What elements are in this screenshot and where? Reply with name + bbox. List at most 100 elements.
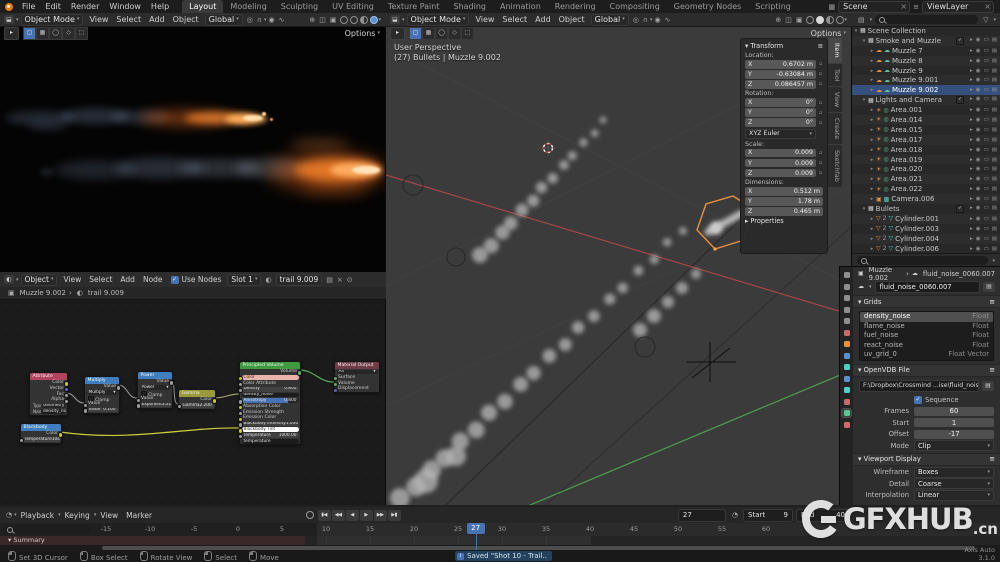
outliner-row-scene-collection[interactable]: ▾ ▦ Scene Collection <box>852 26 1000 36</box>
render-disable-icon[interactable]: ▤ <box>992 37 997 45</box>
node-field[interactable]: Geometry <box>41 403 66 409</box>
viewport-disable-icon[interactable]: ▭ <box>984 127 989 133</box>
lock-icon[interactable]: ▫ <box>818 120 823 126</box>
outliner-row-bullets[interactable]: ▾ ▦ Bullets ✓ ▸ ◉ ▭ ▤ <box>852 204 1000 214</box>
input-socket[interactable] <box>19 437 25 444</box>
disclosure-icon[interactable]: ▸ <box>868 226 876 232</box>
menu-window[interactable]: Window <box>104 2 146 11</box>
workspace-tab-rendering[interactable]: Rendering <box>548 0 603 13</box>
render-disable-icon[interactable]: ▤ <box>992 48 997 54</box>
box-select-icon[interactable]: ▦ <box>36 26 49 40</box>
scale-field[interactable]: Z 0.009 <box>745 168 816 178</box>
selectable-toggle-icon[interactable]: ▸ <box>970 216 973 222</box>
scrollbar-thumb[interactable] <box>102 545 975 550</box>
outliner-search-input[interactable] <box>875 15 979 24</box>
viewport-disable-icon[interactable]: ▭ <box>984 137 989 143</box>
node-value-slider[interactable]: Temperature1045.000 <box>22 437 60 443</box>
timeline-menu-keying[interactable]: Keying <box>61 511 94 520</box>
interpolation-dropdown[interactable]: Linear ▾ <box>914 489 994 501</box>
shader-node-canvas[interactable]: Attribute Color Vector Fac Alpha Type Geometry… <box>0 299 386 505</box>
disclosure-icon[interactable]: ▸ <box>868 196 876 202</box>
outliner-row-cylinder-003[interactable]: ▸ ▽ 2 ▽ Cylinder.003 ▸ ◉ ▭ ▤ <box>852 224 1000 234</box>
disclosure-icon[interactable]: ▸ <box>868 107 876 113</box>
outliner-row-camera-006[interactable]: ▸ ▣ ▩ Camera.006 ▸ ◉ ▭ ▤ <box>852 194 1000 204</box>
node-dropdown[interactable]: Multiply ▾ <box>86 390 118 396</box>
viewport-disable-icon[interactable]: ▭ <box>984 176 989 182</box>
scale-field[interactable]: Y 0.009 <box>745 158 816 168</box>
lock-icon[interactable]: ▫ <box>818 170 823 176</box>
viewport-disable-icon[interactable]: ▭ <box>984 117 989 123</box>
viewport-disable-icon[interactable]: ▭ <box>984 246 989 252</box>
viewport-disable-icon[interactable]: ▭ <box>984 205 989 213</box>
disclosure-icon[interactable]: ▸ <box>868 166 876 172</box>
playhead-badge[interactable]: 27 <box>466 523 485 534</box>
editor-type-icon[interactable]: ⬓ <box>390 15 400 24</box>
outliner-row-lights-and-camera[interactable]: ▾ ▦ Lights and Camera ✓ ▸ ◉ ▭ ▤ <box>852 95 1000 105</box>
viewport-disable-icon[interactable]: ▭ <box>984 77 989 83</box>
properties-tab-constraints[interactable] <box>842 386 851 394</box>
dimension-field[interactable]: Z 0.465 m <box>745 207 823 216</box>
circle-select-icon[interactable]: ◯ <box>49 26 62 40</box>
selectable-toggle-icon[interactable]: ▸ <box>970 176 973 182</box>
fake-user-icon[interactable]: ▤ <box>324 276 335 284</box>
sidebar-tab-view[interactable]: View <box>828 86 842 113</box>
outliner-row-area-021[interactable]: ▸ ☀ ◎ Area.021 ▸ ◉ ▭ ▤ <box>852 174 1000 184</box>
hide-eye-icon[interactable]: ◉ <box>976 127 981 133</box>
shading-material-icon[interactable] <box>360 15 369 24</box>
paint-select-icon[interactable]: ⬚ <box>75 26 88 40</box>
filter-icon[interactable]: ▽ <box>981 16 990 24</box>
box-select-icon[interactable]: ▦ <box>422 26 435 40</box>
location-field[interactable]: X 0.6702 m <box>745 60 816 69</box>
mode-dropdown[interactable]: Clip ▾ <box>914 440 994 451</box>
section-menu-icon[interactable]: ≡ <box>989 298 995 306</box>
grid-row-flame-noise[interactable]: flame_noise Float <box>860 322 993 332</box>
outliner-display-mode-icon[interactable]: ▤ <box>856 16 867 24</box>
selectable-toggle-icon[interactable]: ▸ <box>970 48 973 54</box>
selectable-toggle-icon[interactable]: ▸ <box>970 186 973 192</box>
timeline-ruler[interactable]: -15 -10 -5 0 5 10 15 20 25 30 35 40 45 50 55 60 65 <box>0 523 1000 536</box>
snap-magnet-icon[interactable]: ∩ <box>641 16 650 24</box>
paint-select-icon[interactable]: ⬚ <box>461 26 474 40</box>
folder-icon[interactable]: ▤ <box>982 380 994 391</box>
play-reverse-button[interactable]: ◀ <box>345 509 359 521</box>
lock-icon[interactable]: ▫ <box>818 100 823 106</box>
hide-eye-icon[interactable]: ◉ <box>976 216 981 222</box>
hide-eye-icon[interactable]: ◉ <box>976 157 981 163</box>
hide-eye-icon[interactable]: ◉ <box>976 246 981 252</box>
render-disable-icon[interactable]: ▤ <box>992 96 997 104</box>
properties-tab-modifiers[interactable] <box>842 352 851 360</box>
input-socket[interactable] <box>238 428 244 434</box>
viewport-disable-icon[interactable]: ▭ <box>984 58 989 64</box>
grid-row-react-noise[interactable]: react_noise Float <box>860 341 993 351</box>
disclosure-icon[interactable]: ▸ <box>868 48 876 54</box>
options-dropdown[interactable]: Options ▾ <box>811 29 852 38</box>
node-header-math-multiply[interactable]: Multiply <box>85 377 119 384</box>
viewport-disable-icon[interactable]: ▭ <box>984 166 989 172</box>
render-disable-icon[interactable]: ▤ <box>992 68 997 74</box>
render-disable-icon[interactable]: ▤ <box>992 166 997 172</box>
outliner-row-cylinder-004[interactable]: ▸ ▽ 2 ▽ Cylinder.004 ▸ ◉ ▭ ▤ <box>852 234 1000 244</box>
disclosure-icon[interactable]: ▸ <box>868 127 876 133</box>
hide-eye-icon[interactable]: ◉ <box>976 236 981 242</box>
timeline-menu-marker[interactable]: Marker <box>122 511 156 520</box>
selectable-toggle-icon[interactable]: ▸ <box>970 205 973 213</box>
viewport-disable-icon[interactable]: ▭ <box>984 48 989 54</box>
hide-eye-icon[interactable]: ◉ <box>976 77 981 83</box>
output-socket[interactable] <box>211 398 217 404</box>
input-socket[interactable] <box>333 387 339 393</box>
disclosure-icon[interactable]: ▸ <box>868 58 876 64</box>
viewport-disable-icon[interactable]: ▭ <box>984 37 989 45</box>
node-menu-select[interactable]: Select <box>85 275 116 284</box>
node-dropdown[interactable]: Power ▾ <box>139 385 171 391</box>
properties-tab-scene[interactable] <box>842 317 851 325</box>
render-disable-icon[interactable]: ▤ <box>992 246 997 252</box>
selectable-toggle-icon[interactable]: ▸ <box>970 96 973 104</box>
hide-eye-icon[interactable]: ◉ <box>976 58 981 64</box>
summary-channel[interactable]: ▾ Summary <box>0 536 305 545</box>
sidebar-tab-tool[interactable]: Tool <box>828 63 842 86</box>
shading-rendered-icon[interactable] <box>370 15 379 24</box>
hide-eye-icon[interactable]: ◉ <box>976 48 981 54</box>
hide-eye-icon[interactable]: ◉ <box>976 176 981 182</box>
output-socket[interactable] <box>63 392 69 399</box>
sidebar-tab-item[interactable]: Item <box>828 38 842 63</box>
